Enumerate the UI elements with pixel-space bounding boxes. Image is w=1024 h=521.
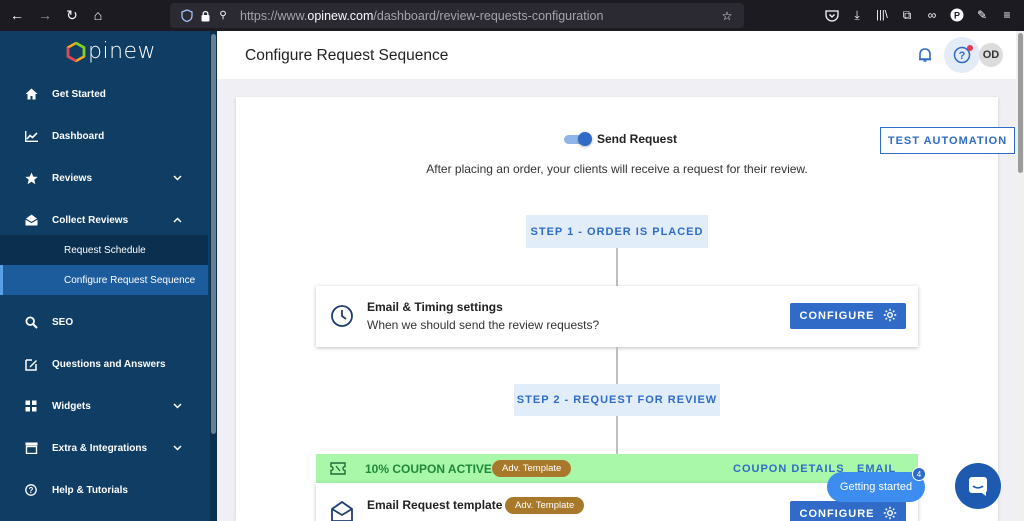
shield-icon — [178, 7, 196, 25]
sidebar-subitem-label: Request Schedule — [64, 244, 146, 256]
help-icon: ? — [24, 483, 38, 497]
sidebar-item-seo[interactable]: SEO — [0, 307, 208, 337]
logo-hexagon-icon — [66, 41, 86, 62]
widgets-icon — [24, 399, 38, 413]
sidebar-item-widgets[interactable]: Widgets — [0, 391, 208, 421]
toggle-knob — [578, 132, 592, 146]
profile-icon[interactable]: P — [948, 6, 966, 24]
email-template-title: Email Request template — [367, 498, 503, 512]
home-icon[interactable]: ⌂ — [88, 5, 108, 25]
sidebar-item-questions-and-answers[interactable]: Questions and Answers — [0, 349, 208, 379]
chevron-down-icon — [173, 401, 182, 411]
search-icon — [24, 315, 38, 329]
adv-template-badge: Adv. Template — [505, 497, 585, 514]
getting-started-button[interactable]: Getting started — [827, 472, 925, 502]
archive-icon — [24, 441, 38, 455]
extensions-icon[interactable]: ⧉ — [898, 6, 916, 24]
tracking-protection-icon: ⚲ — [219, 10, 227, 21]
avatar[interactable]: OD — [979, 43, 1003, 67]
coupon-bar: 10% COUPON ACTIVE Adv. Template COUPON D… — [316, 454, 918, 483]
notification-dot — [967, 45, 973, 51]
logo-text: pinew — [88, 39, 157, 64]
gear-icon — [883, 308, 897, 325]
getting-started-count-badge: 4 — [912, 467, 926, 481]
chat-icon — [969, 477, 987, 496]
sidebar-item-label: Get Started — [52, 88, 106, 100]
timing-title: Email & Timing settings — [367, 300, 503, 314]
configure-label: CONFIGURE — [799, 310, 875, 322]
logo[interactable]: pinew — [66, 39, 156, 64]
coupon-status: 10% COUPON ACTIVE — [365, 462, 492, 476]
sidebar-item-dashboard[interactable]: Dashboard — [0, 121, 208, 151]
chevron-up-icon — [173, 215, 182, 225]
connector-line — [616, 347, 618, 384]
url-bar[interactable]: ⚲ https://www.opinew.com/dashboard/revie… — [170, 3, 744, 28]
chart-icon — [24, 129, 38, 143]
sidebar-item-label: Collect Reviews — [52, 214, 129, 226]
extension-icon[interactable]: ✎ — [973, 6, 991, 24]
infinity-icon[interactable]: ∞ — [923, 6, 941, 24]
home-icon — [24, 87, 38, 101]
pocket-icon[interactable] — [823, 6, 841, 24]
sidebar-item-label: Widgets — [52, 400, 91, 412]
sidebar-item-label: Reviews — [52, 172, 93, 184]
svg-text:P: P — [954, 11, 960, 21]
sidebar-subitem-request-schedule[interactable]: Request Schedule — [0, 235, 208, 265]
send-request-toggle[interactable] — [564, 132, 592, 146]
sidebar-item-label: SEO — [52, 316, 74, 328]
sidebar-item-extra-integrations[interactable]: Extra & Integrations — [0, 433, 208, 463]
timing-subtitle: When we should send the review requests? — [367, 318, 600, 332]
browser-toolbar: ← → ↻ ⌂ ⚲ https://www.opinew.com/dashboa… — [0, 0, 1024, 31]
clock-icon — [330, 304, 354, 328]
chevron-down-icon — [173, 173, 182, 183]
sidebar-item-get-started[interactable]: Get Started — [0, 79, 208, 109]
page-scrollbar-thumb[interactable] — [1018, 33, 1023, 173]
forward-arrow-icon[interactable]: → — [35, 5, 55, 25]
page-header: Configure Request Sequence ? OD — [217, 31, 1016, 79]
edit-icon — [24, 357, 38, 371]
bell-icon[interactable] — [917, 47, 933, 63]
sidebar-item-label: Questions and Answers — [52, 358, 166, 370]
sidebar-item-label: Extra & Integrations — [52, 442, 148, 454]
configure-email-template-button[interactable]: CONFIGURE — [790, 501, 906, 521]
intro-text: After placing an order, your clients wil… — [426, 162, 808, 176]
url-text: https://www.opinew.com/dashboard/review-… — [240, 8, 604, 23]
sidebar-item-label: Dashboard — [52, 130, 105, 142]
envelope-icon — [24, 213, 38, 227]
star-icon — [24, 171, 38, 185]
sidebar-item-help-tutorials[interactable]: ? Help & Tutorials — [0, 475, 208, 505]
sidebar-item-collect-reviews[interactable]: Collect Reviews — [0, 205, 208, 235]
svg-text:?: ? — [959, 50, 966, 62]
configure-timing-button[interactable]: CONFIGURE — [790, 303, 906, 329]
lock-icon — [196, 7, 214, 25]
send-request-label: Send Request — [597, 132, 678, 146]
help-button[interactable]: ? — [944, 37, 980, 73]
back-arrow-icon[interactable]: ← — [7, 5, 27, 25]
adv-template-badge: Adv. Template — [492, 460, 572, 477]
coupon-details-link[interactable]: COUPON DETAILS — [733, 463, 845, 475]
svg-text:?: ? — [29, 486, 34, 495]
page-title: Configure Request Sequence — [245, 47, 449, 64]
sidebar-subitem-label: Configure Request Sequence — [64, 274, 196, 286]
sidebar-item-label: Help & Tutorials — [52, 484, 128, 496]
menu-icon[interactable]: ≡ — [998, 6, 1016, 24]
configure-label: CONFIGURE — [799, 508, 875, 520]
gear-icon — [883, 506, 897, 521]
sidebar-subitem-configure-request-sequence[interactable]: Configure Request Sequence — [0, 265, 208, 295]
library-icon[interactable]: |||\ — [873, 6, 891, 24]
reload-icon[interactable]: ↻ — [62, 5, 82, 25]
envelope-open-icon — [330, 499, 354, 521]
ticket-icon — [330, 462, 346, 475]
test-automation-button[interactable]: TEST AUTOMATION — [880, 127, 1015, 154]
download-icon[interactable]: ⤓ — [848, 6, 866, 24]
chat-launcher-button[interactable] — [955, 463, 1001, 509]
sidebar-scrollbar-thumb[interactable] — [211, 34, 216, 434]
bookmark-star-icon[interactable]: ☆ — [718, 7, 736, 25]
step-2-box: STEP 2 - REQUEST FOR REVIEW — [514, 384, 720, 416]
step-1-box: STEP 1 - ORDER IS PLACED — [526, 215, 708, 248]
sidebar-item-reviews[interactable]: Reviews — [0, 163, 208, 193]
chevron-down-icon — [173, 443, 182, 453]
connector-line — [616, 416, 618, 454]
connector-line — [616, 248, 618, 286]
